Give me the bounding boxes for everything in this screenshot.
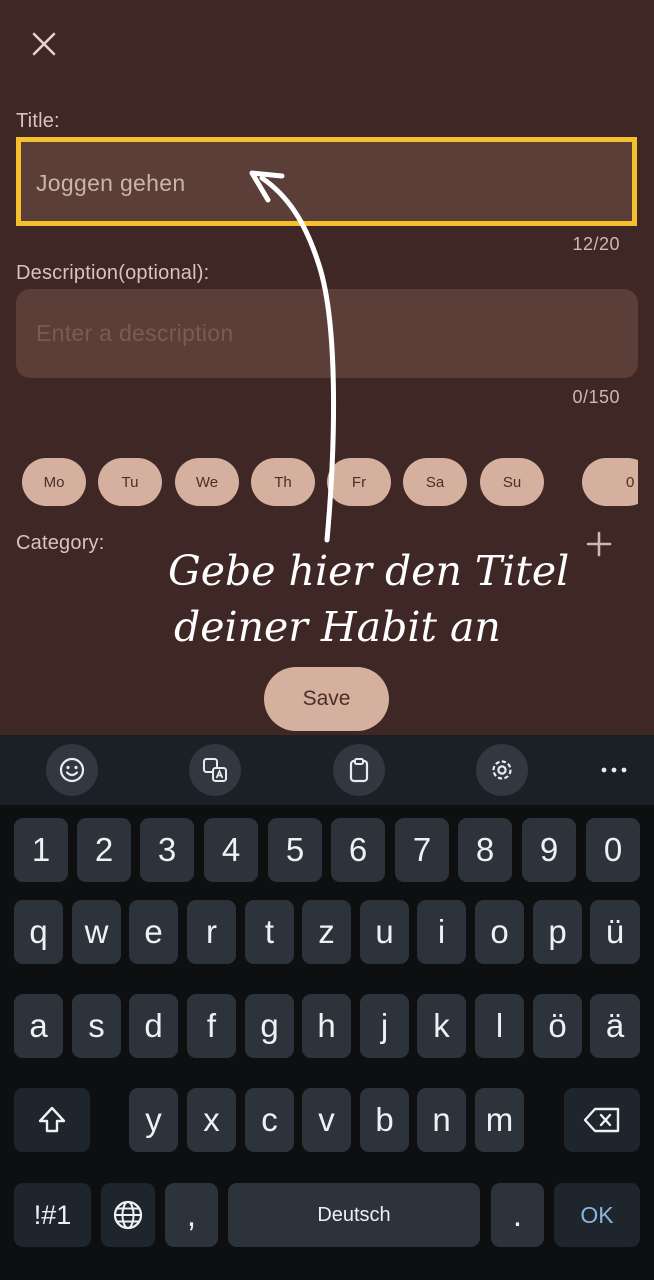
- globe-icon: [113, 1200, 143, 1230]
- key-b[interactable]: b: [360, 1088, 409, 1152]
- key-u[interactable]: u: [360, 900, 409, 964]
- key-q[interactable]: q: [14, 900, 63, 964]
- key-i[interactable]: i: [417, 900, 466, 964]
- symbols-key[interactable]: !#1: [14, 1183, 91, 1247]
- day-chip-su[interactable]: Su: [480, 458, 544, 506]
- backspace-icon: [583, 1107, 620, 1133]
- category-label: Category:: [16, 532, 105, 554]
- key-j[interactable]: j: [360, 994, 409, 1058]
- key-k[interactable]: k: [417, 994, 466, 1058]
- settings-icon: [492, 760, 512, 780]
- key-a-umlaut[interactable]: ä: [590, 994, 640, 1058]
- more-options-button[interactable]: [590, 744, 638, 796]
- translate-icon: [203, 758, 227, 782]
- ok-key[interactable]: OK: [554, 1183, 640, 1247]
- key-7[interactable]: 7: [395, 818, 449, 882]
- space-key[interactable]: Deutsch: [228, 1183, 480, 1247]
- tutorial-hint-line-1: Gebe hier den Titel: [168, 547, 570, 595]
- key-v[interactable]: v: [302, 1088, 351, 1152]
- plus-icon: [586, 531, 612, 557]
- key-8[interactable]: 8: [458, 818, 512, 882]
- close-button[interactable]: [24, 24, 64, 64]
- key-n[interactable]: n: [417, 1088, 466, 1152]
- key-g[interactable]: g: [245, 994, 294, 1058]
- key-h[interactable]: h: [302, 994, 351, 1058]
- weekday-selector: Mo Tu We Th Fr Sa Su 0: [0, 458, 638, 506]
- description-char-counter: 0/150: [572, 387, 620, 407]
- emoji-button[interactable]: [46, 744, 98, 796]
- keyboard-toolbar: [0, 735, 654, 805]
- key-y[interactable]: y: [129, 1088, 178, 1152]
- language-key[interactable]: [101, 1183, 155, 1247]
- day-chip-mo[interactable]: Mo: [22, 458, 86, 506]
- key-9[interactable]: 9: [522, 818, 576, 882]
- key-l[interactable]: l: [475, 994, 524, 1058]
- title-label: Title:: [16, 110, 60, 132]
- description-input[interactable]: Enter a description: [16, 289, 638, 378]
- key-x[interactable]: x: [187, 1088, 236, 1152]
- key-s[interactable]: s: [72, 994, 121, 1058]
- description-label: Description(optional):: [16, 262, 210, 284]
- key-p[interactable]: p: [533, 900, 582, 964]
- extra-chip[interactable]: 0: [582, 458, 638, 506]
- description-placeholder: Enter a description: [36, 320, 234, 346]
- clipboard-icon: [349, 758, 369, 783]
- key-t[interactable]: t: [245, 900, 294, 964]
- day-chip-sa[interactable]: Sa: [403, 458, 467, 506]
- day-chip-we[interactable]: We: [175, 458, 239, 506]
- key-z[interactable]: z: [302, 900, 351, 964]
- add-category-button[interactable]: [582, 527, 616, 561]
- key-3[interactable]: 3: [140, 818, 194, 882]
- key-6[interactable]: 6: [331, 818, 385, 882]
- title-input-value: Joggen gehen: [36, 170, 186, 196]
- title-char-counter: 12/20: [572, 234, 620, 254]
- save-button[interactable]: Save: [264, 667, 389, 731]
- key-f[interactable]: f: [187, 994, 236, 1058]
- create-habit-screen: Title: Joggen gehen 12/20 Description(op…: [0, 0, 654, 735]
- key-0[interactable]: 0: [586, 818, 640, 882]
- backspace-key[interactable]: [564, 1088, 640, 1152]
- close-icon: [32, 32, 56, 56]
- clipboard-button[interactable]: [333, 744, 385, 796]
- tutorial-hint-line-2: deiner Habit an: [174, 603, 501, 651]
- day-chip-fr[interactable]: Fr: [327, 458, 391, 506]
- key-5[interactable]: 5: [268, 818, 322, 882]
- translate-button[interactable]: [189, 744, 241, 796]
- key-4[interactable]: 4: [204, 818, 258, 882]
- key-2[interactable]: 2: [77, 818, 131, 882]
- key-d[interactable]: d: [129, 994, 178, 1058]
- shift-icon: [38, 1106, 66, 1133]
- emoji-icon: [59, 757, 85, 783]
- key-o-umlaut[interactable]: ö: [533, 994, 582, 1058]
- key-u-umlaut[interactable]: ü: [590, 900, 640, 964]
- key-1[interactable]: 1: [14, 818, 68, 882]
- on-screen-keyboard: 1 2 3 4 5 6 7 8 9 0 q w e r t z u i o p …: [0, 735, 654, 1280]
- key-m[interactable]: m: [475, 1088, 524, 1152]
- more-icon: [601, 767, 627, 773]
- settings-button[interactable]: [476, 744, 528, 796]
- key-c[interactable]: c: [245, 1088, 294, 1152]
- key-r[interactable]: r: [187, 900, 236, 964]
- key-o[interactable]: o: [475, 900, 524, 964]
- key-a[interactable]: a: [14, 994, 63, 1058]
- comma-key[interactable]: ,: [165, 1183, 218, 1247]
- shift-key[interactable]: [14, 1088, 90, 1152]
- key-w[interactable]: w: [72, 900, 121, 964]
- day-chip-tu[interactable]: Tu: [98, 458, 162, 506]
- period-key[interactable]: .: [491, 1183, 544, 1247]
- title-input[interactable]: Joggen gehen: [16, 137, 637, 226]
- day-chip-th[interactable]: Th: [251, 458, 315, 506]
- key-e[interactable]: e: [129, 900, 178, 964]
